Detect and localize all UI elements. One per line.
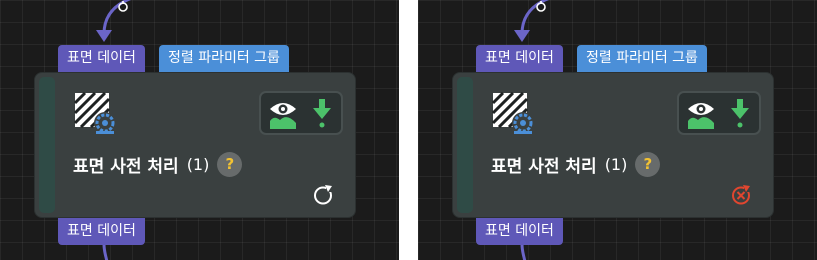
node-canvas-left: 표면 데이터 정렬 파라미터 그룹 표면 사전 처리 (1) ? 표면 데이터 [0,0,399,260]
node-canvas-right: 표면 데이터 정렬 파라미터 그룹 표면 사전 처리 (1) ? 표면 데이터 [418,0,817,260]
input-port-tag[interactable]: 표면 데이터 [58,45,145,72]
output-port-tag[interactable]: 표면 데이터 [476,218,563,245]
view-output-group [259,91,343,135]
surface-preprocess-icon [491,91,534,134]
node-side-strip [457,77,473,213]
node-count: (1) [186,154,210,174]
param-group-tag[interactable]: 정렬 파라미터 그룹 [159,45,289,72]
view-visualization-icon[interactable] [267,97,299,129]
help-button[interactable]: ? [635,151,661,177]
help-button[interactable]: ? [217,151,243,177]
refresh-icon[interactable] [311,183,335,207]
node-side-strip [39,77,55,213]
input-port-tag[interactable]: 표면 데이터 [476,45,563,72]
output-port-tag[interactable]: 표면 데이터 [58,218,145,245]
view-visualization-icon[interactable] [685,97,717,129]
node-title: 표면 사전 처리 [491,156,597,177]
export-download-icon[interactable] [729,97,751,129]
step-node-card[interactable]: 표면 사전 처리 (1) ? [34,72,356,218]
export-download-icon[interactable] [311,97,333,129]
surface-preprocess-icon [73,91,116,134]
view-output-group [677,91,761,135]
node-count: (1) [604,154,628,174]
error-icon[interactable] [729,183,753,207]
param-group-tag[interactable]: 정렬 파라미터 그룹 [577,45,707,72]
node-title: 표면 사전 처리 [73,156,179,177]
step-node-card[interactable]: 표면 사전 처리 (1) ? [452,72,774,218]
